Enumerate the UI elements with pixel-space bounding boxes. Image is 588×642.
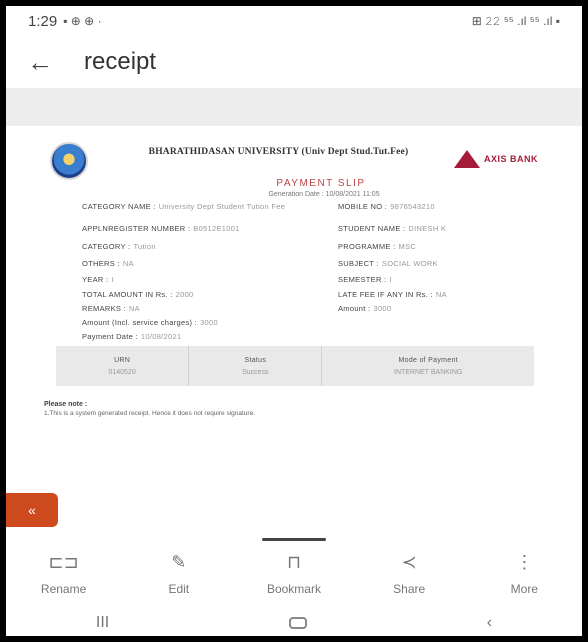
status-time: 1:29 <box>28 12 58 30</box>
table-header: Status <box>244 356 267 364</box>
table-column-mode: Mode of Payment INTERNET BANKING <box>322 346 534 386</box>
back-nav-icon[interactable]: ‹ <box>487 614 492 632</box>
bank-name: AXIS BANK <box>484 154 539 164</box>
field-total-amount: TOTAL AMOUNT IN Rs. :2000 <box>82 290 194 299</box>
field-mobile-no: MOBILE NO :9876543210 <box>338 202 435 211</box>
university-name: BHARATHIDASAN UNIVERSITY (Univ Dept Stud… <box>148 147 409 157</box>
edit-label: Edit <box>168 582 190 596</box>
bookmark-button[interactable]: ⊓ Bookmark <box>244 551 344 597</box>
university-logo <box>50 142 88 180</box>
table-column-status: Status Success <box>189 346 323 386</box>
recents-icon[interactable]: III <box>96 614 109 632</box>
status-system-icons: ⊞ 𝟸𝟸 ⁵⁵ .ıl ⁵⁵ .ıl ▪ <box>471 13 560 28</box>
back-arrow-icon[interactable]: ← <box>6 36 62 88</box>
slip-title: PAYMENT SLIP <box>276 178 366 189</box>
phone-screen: 1:29 ▪ ⊕ ⊕ · ⊞ 𝟸𝟸 ⁵⁵ .ıl ⁵⁵ .ıl ▪ ← rece… <box>6 6 582 636</box>
field-semester: SEMESTER :I <box>338 275 392 284</box>
table-header: Mode of Payment <box>398 356 458 364</box>
status-notification-icons: ▪ ⊕ ⊕ · <box>63 14 102 28</box>
field-register-number: APPLNREGISTER NUMBER : B0512E1001 <box>82 224 240 233</box>
home-icon[interactable] <box>288 617 307 629</box>
bookmark-icon: ⊓ <box>286 551 301 572</box>
bookmark-label: Bookmark <box>266 582 321 596</box>
table-header: URN <box>114 356 131 364</box>
rename-button[interactable]: ⊏⊐ Rename <box>14 551 114 597</box>
note-title: Please note : <box>44 401 88 408</box>
status-bar: 1:29 ▪ ⊕ ⊕ · ⊞ 𝟸𝟸 ⁵⁵ .ıl ⁵⁵ .ıl ▪ <box>6 6 582 36</box>
field-year: YEAR :I <box>82 275 114 284</box>
page-title: receipt <box>84 48 157 75</box>
table-cell: INTERNET BANKING <box>394 368 463 376</box>
field-student-name: STUDENT NAME : DINESH K <box>338 224 447 233</box>
system-nav-bar: III ‹ <box>6 610 582 636</box>
double-chevron-left-icon: « <box>28 502 36 518</box>
more-label: More <box>510 582 539 596</box>
bottom-toolbar: ⊏⊐ Rename ✎ Edit ⊓ Bookmark ≺ Share ⋮ Mo… <box>6 546 582 602</box>
generation-date: Generation Date : 10/08/2021 11:05 <box>268 191 380 198</box>
edit-button[interactable]: ✎ Edit <box>129 551 229 597</box>
field-late-fee: LATE FEE IF ANY IN Rs. : NA <box>338 290 447 299</box>
table-cell: 0140520 <box>108 368 136 376</box>
rename-icon: ⊏⊐ <box>48 551 79 572</box>
field-amount: Amount :3000 <box>338 304 392 313</box>
rename-label: Rename <box>40 582 87 596</box>
field-category-name: CATEGORY NAME : University Dept Student T… <box>82 202 286 211</box>
bottom-sheet-handle[interactable] <box>262 538 326 541</box>
share-label: Share <box>393 582 426 596</box>
bank-logo-icon <box>454 150 480 168</box>
field-category: CATEGORY : Tution <box>82 242 156 251</box>
pencil-icon: ✎ <box>171 551 187 572</box>
field-amount-incl-charges: Amount (Incl. service charges) :3000 <box>82 318 218 327</box>
table-column-urn: URN 0140520 <box>56 346 190 386</box>
share-button[interactable]: ≺ Share <box>359 551 459 597</box>
note-text: 1.This is a system generated receipt. He… <box>44 410 255 417</box>
field-subject: SUBJECT : SOCIAL WORK <box>338 259 438 268</box>
more-button[interactable]: ⋮ More <box>474 551 574 597</box>
bank-logo: AXIS BANK <box>454 150 538 168</box>
field-payment-date: Payment Date :10/08/2021 <box>82 332 182 341</box>
table-cell: Success <box>242 368 269 376</box>
field-remarks: REMARKS : NA <box>82 304 140 313</box>
collapse-panel-button[interactable]: « <box>6 493 58 527</box>
document-top-margin <box>6 88 582 126</box>
field-programme: PROGRAMME : MSC <box>338 242 417 251</box>
share-icon: ≺ <box>401 551 417 572</box>
payment-status-table: URN 0140520 Status Success Mode of Payme… <box>56 346 534 386</box>
app-bar: ← receipt <box>6 36 582 88</box>
more-vertical-icon: ⋮ <box>515 551 534 572</box>
receipt-document[interactable]: BHARATHIDASAN UNIVERSITY (Univ Dept Stud… <box>6 126 582 486</box>
field-others: OTHERS : NA <box>82 259 134 268</box>
